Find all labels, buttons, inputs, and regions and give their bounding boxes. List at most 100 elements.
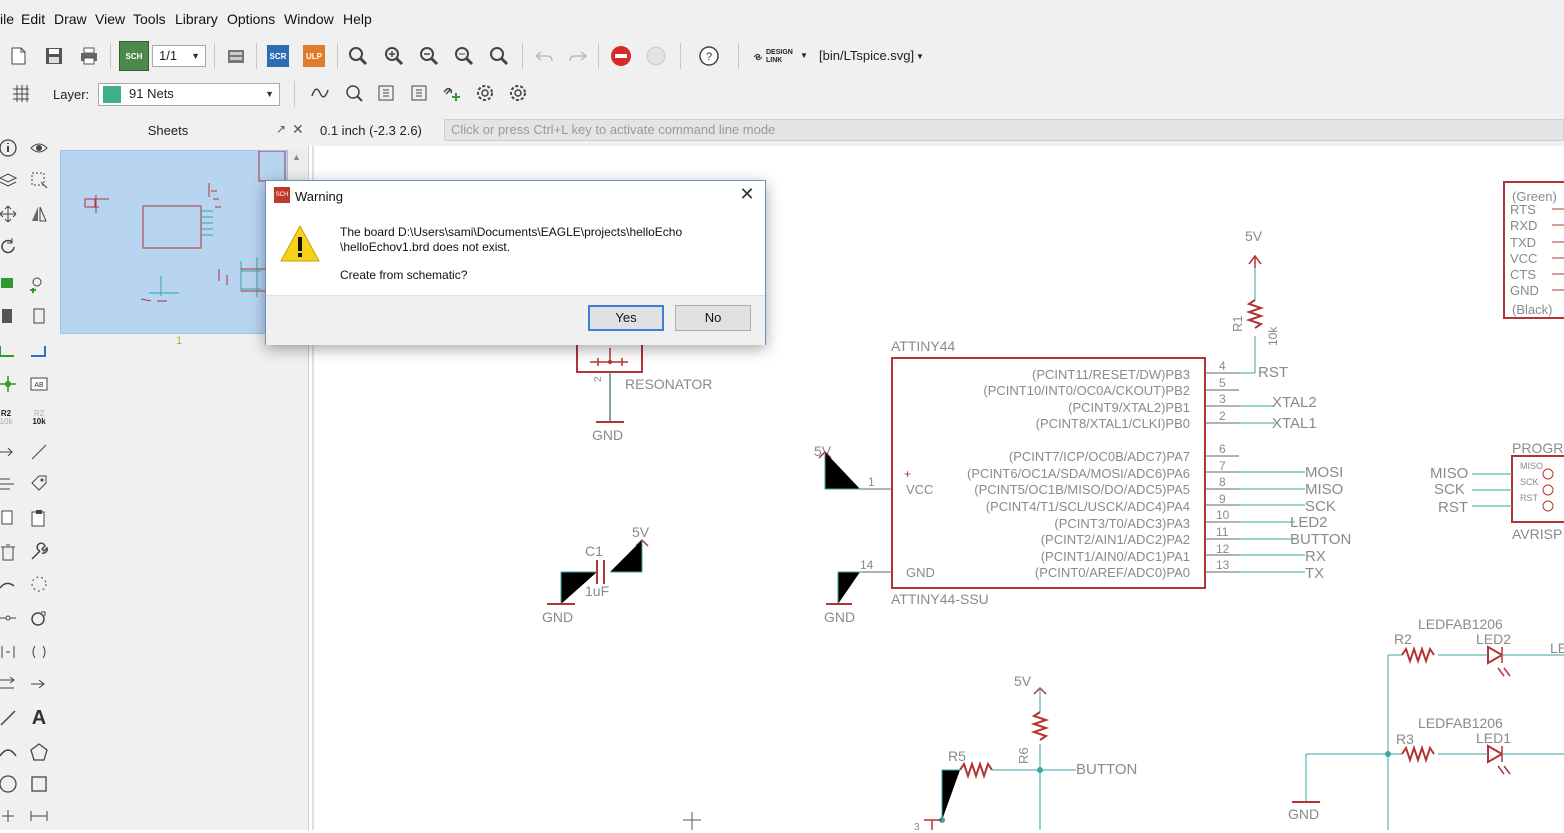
net-icon[interactable] bbox=[0, 340, 20, 364]
menu-draw[interactable]: Draw bbox=[54, 11, 87, 27]
sheet-selector[interactable]: 1/1 ▼ bbox=[152, 45, 206, 67]
circle-icon[interactable] bbox=[0, 772, 20, 796]
net-button: BUTTON bbox=[1290, 531, 1351, 548]
replace-icon[interactable] bbox=[0, 304, 20, 328]
simulation-gear-icon[interactable] bbox=[504, 79, 532, 107]
ic-pin-pa5: (PCINT5/OC1B/MISO/DO/ADC5)PA5 bbox=[974, 482, 1190, 497]
change-wrench-icon[interactable] bbox=[27, 540, 51, 564]
zoom-select-icon[interactable] bbox=[485, 42, 513, 70]
ic-pin-pa7: (PCINT7/ICP/OC0B/ADC7)PA7 bbox=[1009, 449, 1190, 464]
gate-icon[interactable] bbox=[27, 304, 51, 328]
save-icon[interactable] bbox=[40, 42, 68, 70]
value-icon[interactable]: R2 10k bbox=[27, 406, 51, 430]
line-icon[interactable] bbox=[0, 706, 20, 730]
r3-resistor[interactable] bbox=[1401, 744, 1435, 764]
paste-icon[interactable] bbox=[27, 506, 51, 530]
ratsnest-icon[interactable] bbox=[27, 572, 51, 596]
optimize-icon[interactable] bbox=[0, 606, 20, 630]
polygon-icon[interactable] bbox=[27, 740, 51, 764]
reconnect-icon[interactable] bbox=[27, 640, 51, 664]
avrisp-name: PROGR bbox=[1512, 440, 1563, 456]
zoom-redraw-icon[interactable] bbox=[450, 42, 478, 70]
arrange-icon[interactable] bbox=[0, 672, 20, 696]
group-icon[interactable] bbox=[0, 572, 20, 596]
move-icon[interactable] bbox=[0, 202, 20, 226]
name-icon[interactable]: R2 10k bbox=[0, 406, 18, 430]
junction-icon[interactable] bbox=[0, 372, 20, 396]
no-button[interactable]: No bbox=[675, 305, 751, 331]
undo-icon[interactable] bbox=[530, 42, 558, 70]
pinswap-icon[interactable] bbox=[27, 272, 51, 296]
label-icon[interactable]: AB bbox=[27, 372, 51, 396]
help-icon[interactable]: ? bbox=[695, 42, 723, 70]
menu-edit[interactable]: Edit bbox=[21, 11, 45, 27]
mark-icon[interactable] bbox=[27, 168, 51, 192]
menu-tools[interactable]: Tools bbox=[133, 11, 166, 27]
print-icon[interactable] bbox=[75, 42, 103, 70]
miter-icon[interactable] bbox=[27, 440, 51, 464]
sheet-thumbnail[interactable] bbox=[60, 150, 288, 334]
switch-to-board-button[interactable]: SCH bbox=[119, 41, 149, 71]
arc-icon[interactable] bbox=[0, 740, 20, 764]
stop-icon[interactable] bbox=[607, 42, 635, 70]
zoom-fit-icon[interactable] bbox=[344, 42, 372, 70]
info-icon[interactable] bbox=[0, 136, 20, 160]
layers-icon[interactable] bbox=[0, 168, 20, 192]
menu-window[interactable]: Window bbox=[284, 11, 334, 27]
zoom-out-icon[interactable] bbox=[415, 42, 443, 70]
add-part-icon[interactable] bbox=[0, 272, 20, 296]
undock-icon[interactable]: ↗ bbox=[276, 122, 286, 136]
frame-icon[interactable] bbox=[0, 804, 20, 828]
close-icon[interactable]: ✕ bbox=[737, 184, 757, 205]
command-line-input[interactable]: Click or press Ctrl+L key to activate co… bbox=[444, 119, 1564, 141]
script-dropdown-icon[interactable]: ▼ bbox=[916, 52, 924, 61]
wire-style-icon[interactable] bbox=[306, 79, 334, 107]
menu-options[interactable]: Options bbox=[227, 11, 275, 27]
led1-diode[interactable] bbox=[1487, 744, 1505, 764]
cam-processor-icon[interactable] bbox=[222, 42, 250, 70]
grid-icon[interactable] bbox=[6, 79, 34, 107]
bus-icon[interactable] bbox=[27, 340, 51, 364]
r6-resistor[interactable] bbox=[1030, 711, 1050, 741]
menu-library[interactable]: Library bbox=[175, 11, 218, 27]
add-link-icon[interactable] bbox=[438, 79, 466, 107]
zoom-in-icon[interactable] bbox=[380, 42, 408, 70]
ic-pin-pb2: (PCINT10/INT0/OC0A/CKOUT)PB2 bbox=[983, 383, 1190, 398]
menu-view[interactable]: View bbox=[95, 11, 125, 27]
probe-icon[interactable] bbox=[340, 79, 368, 107]
slice-icon[interactable] bbox=[0, 640, 20, 664]
export-icon[interactable] bbox=[372, 79, 400, 107]
attribute-icon[interactable] bbox=[27, 472, 51, 496]
layer-selector[interactable]: 91 Nets ▼ bbox=[98, 83, 280, 106]
run-script-button[interactable]: SCR bbox=[267, 45, 289, 67]
menu-file[interactable]: ile bbox=[0, 11, 14, 27]
mirror-icon[interactable] bbox=[27, 202, 51, 226]
settings-gear-icon[interactable] bbox=[471, 79, 499, 107]
copy-icon[interactable] bbox=[0, 506, 20, 530]
delete-icon[interactable] bbox=[0, 540, 20, 564]
c1-capacitor[interactable] bbox=[596, 560, 605, 584]
show-eye-icon[interactable] bbox=[27, 136, 51, 160]
design-link-button[interactable]: DESIGN LINK ▼ bbox=[752, 49, 812, 67]
new-file-icon[interactable] bbox=[4, 42, 32, 70]
import-icon[interactable] bbox=[405, 79, 433, 107]
split-icon[interactable] bbox=[0, 472, 20, 496]
dimension-icon[interactable] bbox=[27, 804, 51, 828]
rectangle-icon[interactable] bbox=[27, 772, 51, 796]
r5-resistor[interactable] bbox=[959, 760, 993, 780]
menu-help[interactable]: Help bbox=[343, 11, 372, 27]
redo-icon[interactable] bbox=[564, 42, 592, 70]
run-ulp-button[interactable]: ULP bbox=[303, 45, 325, 67]
rotate-icon[interactable] bbox=[0, 234, 20, 258]
close-panel-icon[interactable]: ✕ bbox=[292, 121, 304, 138]
script-selector[interactable]: [bin/LTspice.svg] bbox=[819, 48, 914, 63]
go-icon[interactable] bbox=[642, 42, 670, 70]
lock-icon[interactable] bbox=[27, 606, 51, 630]
led2-diode[interactable] bbox=[1487, 645, 1505, 665]
r1-resistor[interactable] bbox=[1245, 299, 1265, 329]
smash-icon[interactable] bbox=[0, 440, 20, 464]
text-icon[interactable]: A bbox=[27, 706, 51, 730]
route-icon[interactable] bbox=[27, 672, 51, 696]
r2-resistor[interactable] bbox=[1401, 645, 1435, 665]
yes-button[interactable]: Yes bbox=[588, 305, 664, 331]
